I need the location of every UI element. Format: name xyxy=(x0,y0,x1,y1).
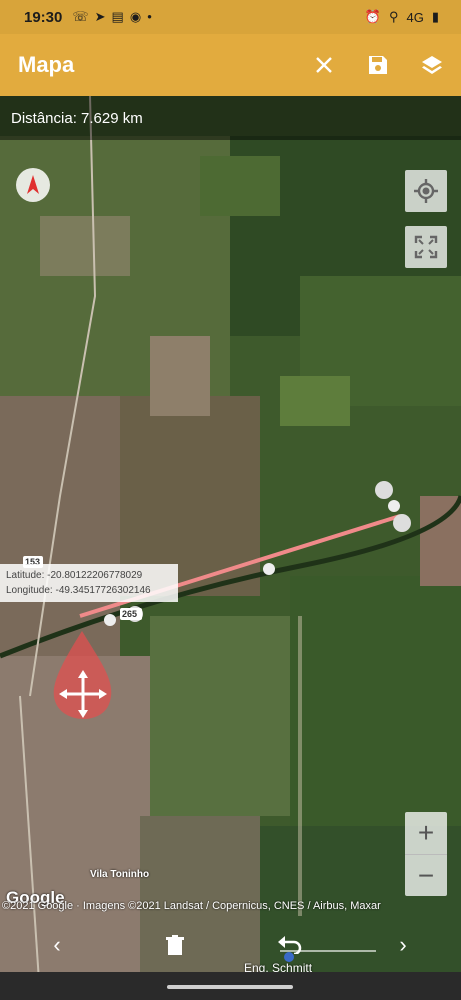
save-button[interactable] xyxy=(361,48,395,82)
distance-label: Distância: 7.629 km xyxy=(11,109,143,127)
status-bar: 19:30 ☏ ➤ ▤ ◉ • ⏰ ⚲ 4G ▮ xyxy=(0,0,461,34)
compass-icon xyxy=(27,175,39,194)
timeline-slider[interactable] xyxy=(280,950,376,952)
longitude-label: Longitude: -49.34517726302146 xyxy=(6,585,151,596)
latitude-label: Latitude: -20.80122206778029 xyxy=(6,570,143,581)
location-icon: ⚲ xyxy=(388,9,399,24)
my-location-icon xyxy=(414,179,438,203)
system-navigation-bar xyxy=(0,972,461,1000)
alarm-icon: ⏰ xyxy=(364,9,381,24)
facebook-icon: ◉ xyxy=(129,9,142,24)
status-time: 19:30 xyxy=(24,8,63,26)
map-view[interactable]: 153 265 Distância: 7.629 km Latitude: -2… xyxy=(0,96,461,1000)
save-icon xyxy=(369,56,387,74)
fullscreen-icon xyxy=(414,235,438,259)
fullscreen-button[interactable] xyxy=(405,226,447,268)
system-status-icons: ⏰ ⚲ 4G ▮ xyxy=(365,9,439,25)
delete-button[interactable] xyxy=(160,930,190,960)
close-button[interactable] xyxy=(307,48,341,82)
route-point xyxy=(104,614,116,626)
route-point xyxy=(263,563,275,575)
road-shield: 265 xyxy=(122,609,138,619)
coordinates-panel: Latitude: -20.80122206778029 Longitude: … xyxy=(0,564,178,602)
satellite-imagery xyxy=(0,96,461,1000)
trash-icon xyxy=(166,935,184,955)
notification-icons: ☏ ➤ ▤ ◉ • xyxy=(72,9,151,25)
whatsapp-icon: ☏ xyxy=(72,9,89,24)
compass-button[interactable] xyxy=(16,168,50,202)
signal-4g-icon: 4G xyxy=(406,9,424,25)
place-label: Vila Toninho xyxy=(90,869,150,880)
zoom-out-button[interactable]: − xyxy=(405,855,447,897)
battery-icon: ▮ xyxy=(431,9,439,24)
zoom-in-button[interactable]: + xyxy=(405,812,447,854)
home-gesture-handle[interactable] xyxy=(167,985,293,989)
zoom-controls: + − xyxy=(405,812,447,896)
close-icon xyxy=(316,57,332,73)
distance-banner: Distância: 7.629 km xyxy=(0,96,461,140)
app-bar-actions xyxy=(307,48,449,82)
next-button[interactable]: › xyxy=(388,930,418,960)
layers-icon xyxy=(422,56,442,74)
telegram-icon: ➤ xyxy=(94,9,106,24)
dot-icon: • xyxy=(147,9,152,24)
previous-button[interactable]: ‹ xyxy=(42,930,72,960)
bottom-controls: ‹ › xyxy=(0,920,461,970)
layers-button[interactable] xyxy=(415,48,449,82)
page-title: Mapa xyxy=(18,52,75,77)
route-point xyxy=(393,514,411,532)
map-copyright: ©2021 Google · Imagens ©2021 Landsat / C… xyxy=(2,900,381,912)
news-icon: ▤ xyxy=(111,9,124,24)
my-location-button[interactable] xyxy=(405,170,447,212)
route-point xyxy=(388,500,400,512)
route-point xyxy=(375,481,393,499)
app-bar: Mapa xyxy=(0,34,461,96)
